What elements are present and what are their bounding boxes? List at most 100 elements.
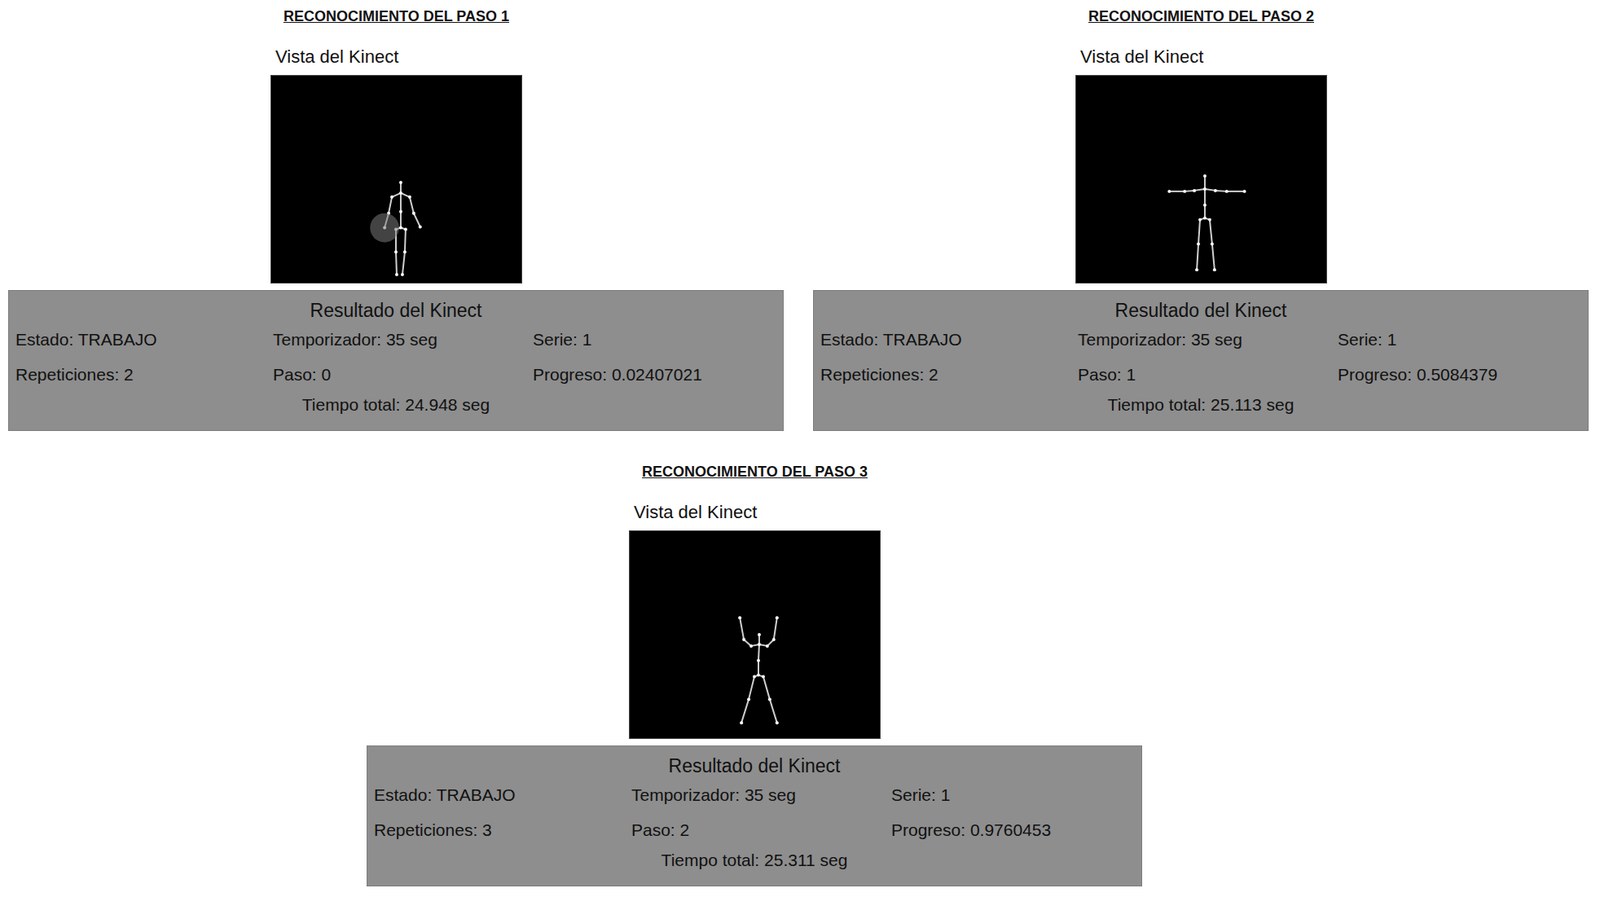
joint <box>408 195 412 199</box>
result-field: Repeticiones: 2 <box>820 363 1078 387</box>
result-field: Estado: TRABAJO <box>820 328 1078 352</box>
result-field: Temporizador: 35 seg <box>1077 328 1338 352</box>
page: RECONOCIMIENTO DEL PASO 1Vista del Kinec… <box>0 0 1600 919</box>
bone <box>1215 189 1227 193</box>
joint <box>757 632 761 637</box>
hand-marker-icon <box>369 213 400 243</box>
joint <box>1203 174 1207 178</box>
bone <box>763 676 770 700</box>
top-row: RECONOCIMIENTO DEL PASO 1Vista del Kinec… <box>8 6 1589 431</box>
view-label: Vista del Kinect <box>628 501 881 524</box>
bone <box>748 676 755 700</box>
result-panel: Resultado del KinectEstado: TRABAJOTempo… <box>813 290 1589 431</box>
joint <box>418 225 422 229</box>
joint <box>1203 216 1207 220</box>
joint <box>1167 189 1171 194</box>
joint <box>738 615 742 620</box>
joint <box>412 211 416 216</box>
bone <box>1204 205 1206 219</box>
result-title: Resultado del Kinect <box>15 297 777 324</box>
result-field: Temporizador: 35 seg <box>272 328 533 352</box>
joint <box>1225 189 1229 194</box>
step-title: RECONOCIMIENTO DEL PASO 3 <box>612 461 897 482</box>
bone <box>769 698 778 723</box>
bone <box>1204 189 1206 206</box>
joint <box>400 272 405 277</box>
joint <box>403 250 407 254</box>
bone <box>395 251 398 275</box>
joint <box>749 644 753 648</box>
result-row: Repeticiones: 3Paso: 2Progreso: 0.976045… <box>373 818 1135 842</box>
joint <box>768 697 772 701</box>
joint <box>390 195 394 199</box>
total-time: Tiempo total: 25.311 seg <box>373 848 1135 872</box>
bone <box>1226 190 1245 193</box>
skeleton-icon <box>1075 74 1328 284</box>
bone <box>1198 219 1200 245</box>
joint <box>1182 189 1187 194</box>
joint <box>404 228 408 232</box>
joint <box>756 659 761 663</box>
skeleton-icon <box>270 74 523 284</box>
result-field: Estado: TRABAJO <box>373 783 632 807</box>
result-field: Serie: 1 <box>891 783 1135 807</box>
result-field: Estado: TRABAJO <box>15 328 273 352</box>
joint <box>1208 218 1212 222</box>
result-row: Repeticiones: 2Paso: 0Progreso: 0.024070… <box>15 363 777 387</box>
result-row: Estado: TRABAJOTemporizador: 35 segSerie… <box>15 328 777 352</box>
result-field: Temporizador: 35 seg <box>631 783 892 807</box>
bone <box>1212 243 1215 270</box>
bone <box>741 698 749 723</box>
bone <box>1196 243 1199 270</box>
bone <box>757 644 761 661</box>
result-field: Repeticiones: 2 <box>15 363 273 387</box>
joint <box>775 615 779 620</box>
joint <box>399 226 403 230</box>
result-field: Progreso: 0.5084379 <box>1337 363 1582 387</box>
kinect-view: RECONOCIMIENTO DEL PASO 2Vista del Kinec… <box>1075 6 1328 284</box>
step-panel: RECONOCIMIENTO DEL PASO 2 Vista del Kinec… <box>813 6 1589 431</box>
joint <box>1203 203 1207 207</box>
joint <box>1195 268 1199 272</box>
view-label: Vista del Kinect <box>1075 45 1328 69</box>
kinect-view: RECONOCIMIENTO DEL PASO 3Vista del Kinec… <box>628 461 881 739</box>
step-title: RECONOCIMIENTO DEL PASO 2 <box>1059 6 1344 27</box>
result-field: Paso: 1 <box>1077 363 1338 387</box>
bone <box>409 197 414 214</box>
joint <box>747 697 751 701</box>
joint <box>399 180 403 185</box>
result-field: Progreso: 0.02407021 <box>532 363 777 387</box>
bone <box>402 251 405 275</box>
joint <box>399 210 403 214</box>
result-field: Serie: 1 <box>532 328 777 352</box>
total-time: Tiempo total: 24.948 seg <box>15 393 777 417</box>
result-panel: Resultado del KinectEstado: TRABAJOTempo… <box>366 745 1143 887</box>
step-panel: RECONOCIMIENTO DEL PASO 1Vista del Kinec… <box>8 6 784 431</box>
joint <box>395 272 399 277</box>
skeleton-icon <box>628 530 881 739</box>
bone <box>413 213 421 228</box>
joint <box>742 637 746 642</box>
result-field: Serie: 1 <box>1337 328 1582 352</box>
joint <box>1243 189 1247 194</box>
bone <box>739 617 744 640</box>
bone <box>757 660 760 676</box>
result-row: Repeticiones: 2Paso: 1Progreso: 0.508437… <box>820 363 1582 387</box>
step-panel: RECONOCIMIENTO DEL PASO 3 Vista del Kinec… <box>366 461 1143 887</box>
joint <box>1192 189 1196 193</box>
joint <box>739 720 743 725</box>
view-label: Vista del Kinect <box>270 45 523 69</box>
joint <box>1213 268 1217 272</box>
joint <box>1196 241 1200 246</box>
bone <box>400 211 402 229</box>
result-field: Paso: 0 <box>272 363 533 387</box>
joint <box>775 720 779 725</box>
bone <box>1169 190 1185 193</box>
total-time: Tiempo total: 25.113 seg <box>820 393 1582 417</box>
joint <box>1203 187 1207 191</box>
kinect-view: RECONOCIMIENTO DEL PASO 1Vista del Kinec… <box>270 6 523 284</box>
joint <box>756 673 761 677</box>
joint <box>394 250 398 254</box>
bone <box>400 193 402 212</box>
joint <box>765 644 770 648</box>
